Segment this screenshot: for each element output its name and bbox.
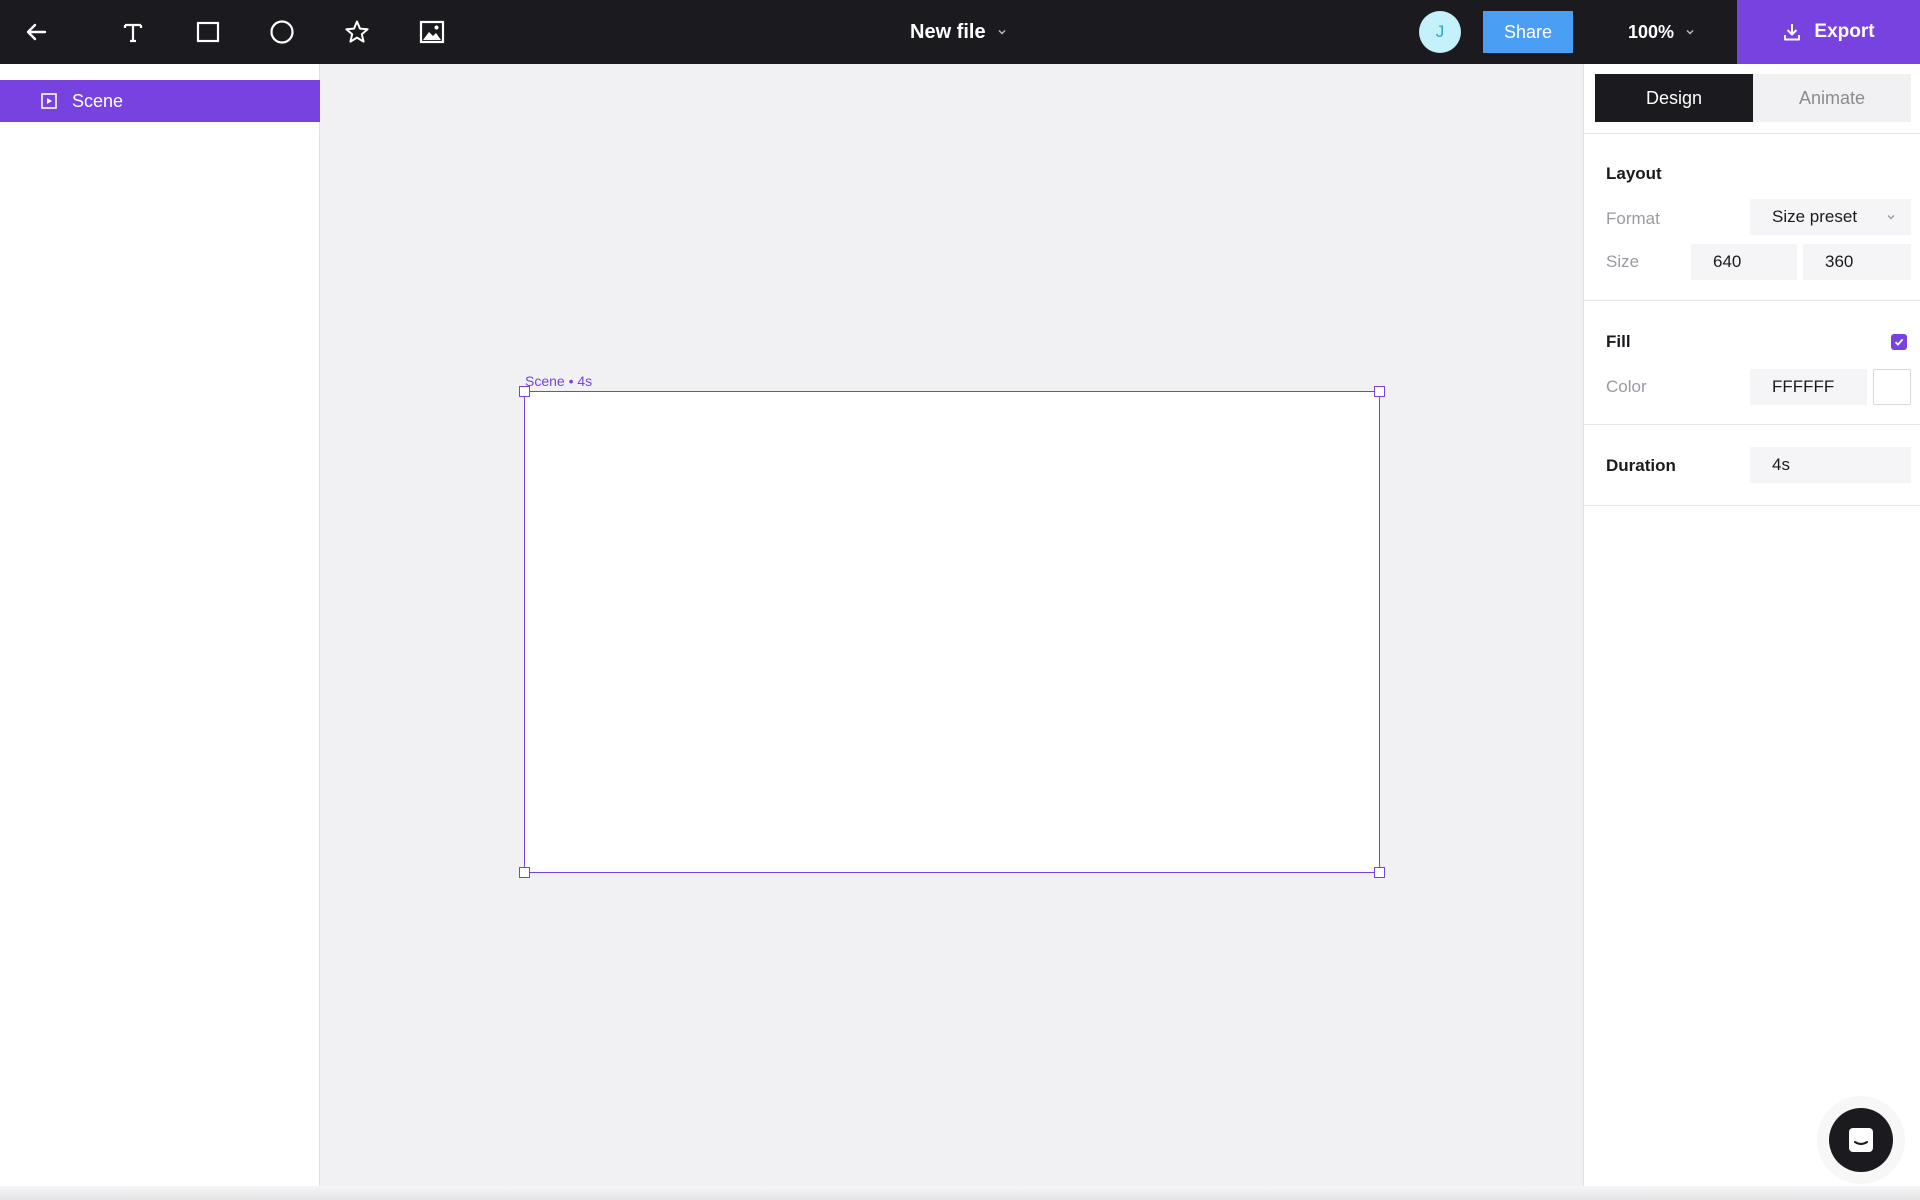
- image-tool-icon[interactable]: [412, 12, 452, 52]
- layer-item-label: Scene: [72, 90, 124, 111]
- star-tool-icon[interactable]: [337, 12, 377, 52]
- zoom-menu[interactable]: 100%: [1628, 0, 1696, 64]
- resize-handle-bottom-left[interactable]: [519, 867, 530, 878]
- horizontal-scrollbar[interactable]: [0, 1186, 1920, 1200]
- format-label: Format: [1606, 209, 1660, 228]
- color-label: Color: [1606, 377, 1647, 396]
- layers-panel: Scene: [0, 64, 320, 1200]
- divider: [1584, 505, 1920, 506]
- scene-frame-label: Scene • 4s: [525, 373, 593, 389]
- layout-section-title: Layout: [1606, 164, 1662, 183]
- divider: [1584, 300, 1920, 301]
- properties-panel: Design Animate Layout Format Size preset…: [1583, 64, 1920, 1200]
- resize-handle-bottom-right[interactable]: [1374, 867, 1385, 878]
- back-arrow-icon[interactable]: [16, 12, 56, 52]
- chat-icon: [1849, 1128, 1873, 1152]
- layer-item-scene[interactable]: Scene: [0, 80, 320, 122]
- format-select[interactable]: Size preset: [1750, 199, 1911, 235]
- scene-icon: [41, 93, 57, 109]
- export-label: Export: [1814, 21, 1875, 42]
- file-title-menu[interactable]: New file: [910, 0, 1008, 64]
- chat-support-button[interactable]: [1829, 1108, 1893, 1172]
- scene-frame[interactable]: [519, 386, 1385, 878]
- format-value: Size preset: [1772, 207, 1858, 226]
- color-hex-input[interactable]: FFFFFF: [1750, 369, 1867, 405]
- fill-section-title: Fill: [1606, 332, 1631, 351]
- divider: [1584, 424, 1920, 425]
- share-button[interactable]: Share: [1483, 11, 1573, 53]
- chevron-down-icon: [1686, 29, 1694, 35]
- divider: [1584, 133, 1920, 134]
- duration-section-title: Duration: [1606, 456, 1676, 475]
- checkmark-icon: [1894, 338, 1904, 346]
- tab-design[interactable]: Design: [1595, 74, 1753, 122]
- width-input[interactable]: 640: [1691, 244, 1797, 280]
- ellipse-tool-icon[interactable]: [262, 12, 302, 52]
- resize-handle-top-right[interactable]: [1374, 386, 1385, 397]
- tab-animate[interactable]: Animate: [1753, 74, 1911, 122]
- resize-handle-top-left[interactable]: [519, 386, 530, 397]
- color-swatch[interactable]: [1873, 369, 1911, 405]
- zoom-level: 100%: [1628, 21, 1675, 42]
- file-title: New file: [910, 20, 986, 43]
- chevron-down-icon: [1887, 215, 1895, 220]
- rectangle-tool-icon[interactable]: [188, 12, 228, 52]
- fill-checkbox[interactable]: [1891, 334, 1907, 350]
- text-tool-icon[interactable]: [113, 12, 153, 52]
- avatar[interactable]: J: [1419, 11, 1461, 53]
- top-toolbar: New file J Share 100% Export: [0, 0, 1920, 64]
- chevron-down-icon: [998, 29, 1006, 35]
- height-input[interactable]: 360: [1803, 244, 1911, 280]
- duration-input[interactable]: 4s: [1750, 447, 1911, 483]
- export-button[interactable]: Export: [1737, 0, 1920, 64]
- panel-tabs: Design Animate: [1595, 74, 1911, 122]
- size-label: Size: [1606, 252, 1640, 271]
- download-icon: [1784, 24, 1801, 41]
